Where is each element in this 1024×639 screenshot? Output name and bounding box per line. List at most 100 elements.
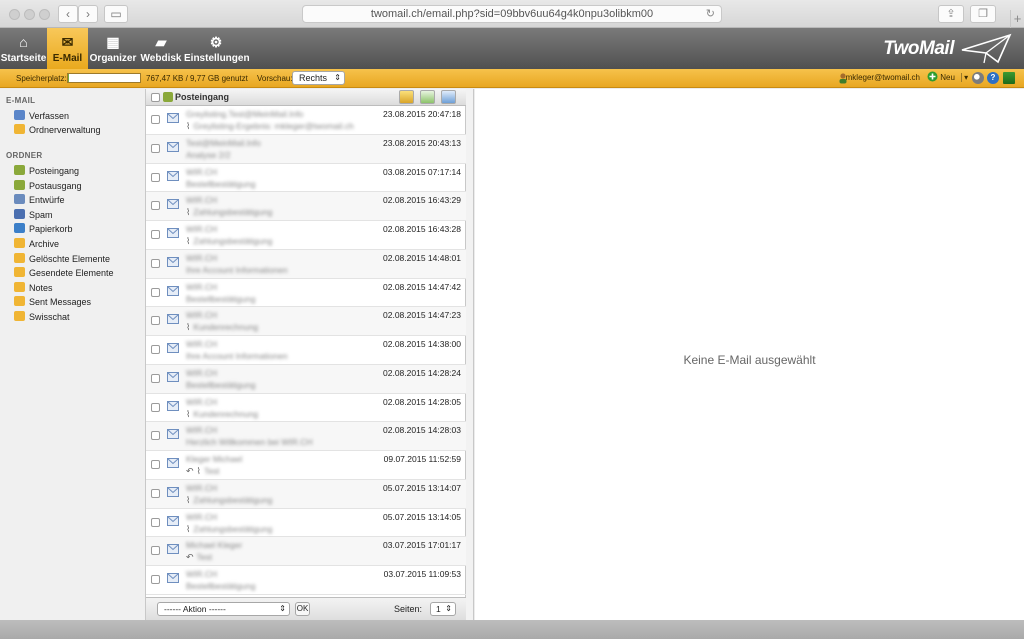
message-row[interactable]: WIR.CH 02.08.2015 16:43:28 ⌇ Zahlungsbestät… bbox=[146, 221, 466, 250]
message-checkbox[interactable] bbox=[151, 488, 160, 498]
message-checkbox[interactable] bbox=[151, 345, 160, 354]
message-sender: Michael Kleger bbox=[186, 540, 243, 551]
message-row[interactable]: WIR.CH 02.08.2015 14:47:23 ⌇ Kundenrechnung bbox=[146, 307, 466, 336]
message-date: 05.07.2015 13:14:05 bbox=[383, 511, 461, 522]
message-row[interactable]: WIR.CH 02.08.2015 14:28:24 Bestellbestätig… bbox=[146, 364, 466, 394]
message-row[interactable]: Greylisting.Test@MeinMail.Info 23.08.2015… bbox=[146, 106, 466, 135]
message-subject-line: Ihre Account Informationen bbox=[186, 351, 288, 361]
sidebar-item-label: Sent Messages bbox=[29, 297, 92, 308]
tabs-icon[interactable]: ❐ bbox=[970, 5, 996, 23]
help-icon[interactable]: ? bbox=[987, 72, 999, 84]
message-checkbox[interactable] bbox=[151, 258, 160, 268]
message-row[interactable]: WIR.CH 02.08.2015 14:28:05 ⌇ Kundenrechnung bbox=[146, 394, 466, 423]
message-row[interactable]: Michael Kleger 03.07.2015 17:01:17 ↶ Test bbox=[146, 537, 466, 566]
message-checkbox[interactable] bbox=[151, 460, 160, 469]
forward-icon[interactable]: › bbox=[78, 5, 98, 23]
new-tab-icon[interactable]: + bbox=[1010, 10, 1024, 28]
sidebar-item-folder[interactable]: Gesendete Elemente bbox=[14, 267, 114, 281]
sidebar-item-folder[interactable]: Archive bbox=[14, 238, 59, 252]
sidebar-item-folder[interactable]: Entwürfe bbox=[14, 194, 65, 208]
logout-icon[interactable] bbox=[1003, 72, 1015, 84]
message-subject: Zahlungsbestätigung bbox=[193, 207, 273, 218]
refresh-icon[interactable] bbox=[420, 90, 435, 104]
tab-organizer[interactable]: ▦ Organizer bbox=[88, 28, 138, 69]
sidebar-item-verfassen[interactable]: Verfassen bbox=[14, 110, 69, 124]
message-checkbox[interactable] bbox=[151, 316, 160, 326]
message-checkbox[interactable] bbox=[151, 431, 160, 441]
quota-progress-fill bbox=[68, 74, 69, 82]
sidebar-item-folder[interactable]: Spam bbox=[14, 208, 53, 223]
message-subject-line: ⌇ Kundenrechnung bbox=[186, 322, 258, 333]
message-checkbox[interactable] bbox=[151, 172, 160, 182]
tab-webdisk[interactable]: ▰ Webdisk bbox=[138, 28, 184, 69]
url-text: twomail.ch/email.php?sid=09bbv6uu64g4k0n… bbox=[370, 8, 654, 20]
minimize-window-icon[interactable] bbox=[24, 9, 35, 20]
message-row[interactable]: WIR.CH 02.08.2015 14:38:00 Ihre Account In… bbox=[146, 336, 466, 365]
message-date: 03.07.2015 17:01:17 bbox=[383, 540, 461, 551]
message-checkbox[interactable] bbox=[151, 546, 160, 556]
message-row[interactable]: WIR.CH 05.07.2015 13:14:07 ⌇ Zahlungsbestät… bbox=[146, 479, 466, 509]
ok-button[interactable]: OK bbox=[295, 602, 310, 616]
envelope-icon bbox=[167, 371, 179, 382]
sidebar-toggle-icon[interactable]: ▭ bbox=[104, 5, 128, 23]
message-sender: WIR.CH bbox=[186, 166, 218, 177]
close-window-icon[interactable] bbox=[9, 9, 20, 20]
message-sender: WIR.CH bbox=[186, 425, 218, 436]
page-select[interactable]: 1 ⇕ bbox=[430, 602, 456, 616]
message-row[interactable]: Test@MeinMail.Info 23.08.2015 20:43:13 Ana… bbox=[146, 134, 466, 164]
sidebar-item-folder[interactable]: Sent Messages bbox=[14, 296, 91, 310]
tab-einstellungen[interactable]: ⚙ Einstellungen bbox=[184, 28, 250, 69]
message-row[interactable]: WIR.CH 05.07.2015 13:14:05 ⌇ Zahlungsbestät… bbox=[146, 509, 466, 538]
sidebar-item-ordnerverwaltung[interactable]: Ordnerverwaltung bbox=[14, 124, 101, 138]
user-email[interactable]: mkleger@twomail.ch bbox=[846, 73, 920, 82]
folder-action-icon[interactable] bbox=[399, 90, 414, 104]
message-row[interactable]: WIR.CH 02.08.2015 14:48:01 Ihre Account In… bbox=[146, 249, 466, 279]
message-checkbox[interactable] bbox=[151, 143, 160, 153]
reload-icon[interactable]: ↻ bbox=[706, 6, 715, 22]
share-icon[interactable]: ⇪ bbox=[938, 5, 964, 23]
sidebar-item-folder[interactable]: Postausgang bbox=[14, 179, 82, 194]
tab-startseite[interactable]: ⌂ Startseite bbox=[0, 28, 47, 69]
message-subject-line: Analyse 2/2 bbox=[186, 150, 230, 160]
message-row[interactable]: WIR.CH 02.08.2015 14:28:03 Herzlich Willko… bbox=[146, 422, 466, 451]
message-checkbox[interactable] bbox=[151, 287, 160, 297]
folder-icon bbox=[14, 238, 25, 248]
message-list-scrollbar[interactable] bbox=[466, 89, 474, 620]
message-row[interactable]: WIR.CH 03.07.2015 11:09:53 Bestellbestätig… bbox=[146, 566, 466, 595]
message-checkbox[interactable] bbox=[151, 373, 160, 383]
message-checkbox[interactable] bbox=[151, 230, 160, 239]
browser-toolbar: ‹ › ▭ twomail.ch/email.php?sid=09bbv6uu6… bbox=[0, 0, 1024, 28]
trash-icon bbox=[14, 223, 25, 234]
sidebar-item-folder[interactable]: Swisschat bbox=[14, 311, 70, 325]
message-row[interactable]: WIR.CH 03.08.2015 07:17:14 Bestellbestätig… bbox=[146, 164, 466, 193]
message-row[interactable]: Kleger Michael 09.07.2015 11:52:59 ↶ ⌇ Test bbox=[146, 451, 466, 480]
filter-icon[interactable] bbox=[441, 90, 456, 104]
message-row[interactable]: WIR.CH 02.08.2015 16:43:29 ⌇ Zahlungsbestät… bbox=[146, 192, 466, 221]
maximize-window-icon[interactable] bbox=[39, 9, 50, 20]
sidebar-item-folder[interactable]: Notes bbox=[14, 281, 53, 296]
message-checkbox[interactable] bbox=[151, 115, 160, 124]
message-checkbox[interactable] bbox=[151, 201, 160, 211]
address-bar[interactable]: twomail.ch/email.php?sid=09bbv6uu64g4k0n… bbox=[302, 5, 722, 23]
chevron-down-icon[interactable]: ▾ bbox=[961, 73, 969, 82]
new-button[interactable]: Neu ▾ bbox=[927, 71, 969, 85]
tab-email[interactable]: ✉ E-Mail bbox=[47, 28, 88, 69]
sidebar-item-label: Ordnerverwaltung bbox=[29, 125, 101, 135]
message-subject: Analyse 2/2 bbox=[186, 149, 231, 160]
folder-icon bbox=[14, 267, 25, 278]
message-row[interactable]: WIR.CH 02.08.2015 14:47:42 Bestellbestätig… bbox=[146, 279, 466, 308]
message-subject-line: Bestellbestätigung bbox=[186, 581, 255, 591]
action-select[interactable]: ------ Aktion ------ ⇕ bbox=[157, 602, 290, 616]
sidebar-item-folder[interactable]: Papierkorb bbox=[14, 223, 73, 237]
select-all-checkbox[interactable] bbox=[151, 93, 160, 102]
message-checkbox[interactable] bbox=[151, 517, 160, 527]
search-icon[interactable] bbox=[972, 72, 984, 84]
message-checkbox[interactable] bbox=[151, 575, 160, 584]
tab-label: Webdisk bbox=[140, 53, 182, 64]
message-checkbox[interactable] bbox=[151, 402, 160, 412]
preview-position-select[interactable]: Rechts ⇕ bbox=[292, 71, 345, 85]
back-icon[interactable]: ‹ bbox=[58, 5, 78, 23]
sidebar-item-folder[interactable]: Gelöschte Elemente bbox=[14, 252, 110, 267]
folder-manage-icon bbox=[14, 124, 25, 134]
sidebar-item-folder[interactable]: Posteingang bbox=[14, 165, 79, 179]
